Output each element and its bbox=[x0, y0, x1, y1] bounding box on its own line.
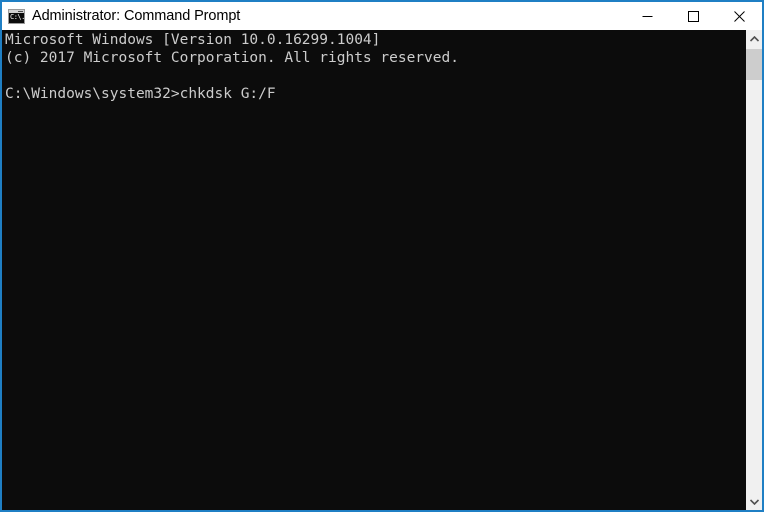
console-output-area[interactable]: Microsoft Windows [Version 10.0.16299.10… bbox=[2, 30, 746, 510]
minimize-icon bbox=[642, 15, 652, 17]
chevron-up-icon bbox=[749, 35, 759, 42]
command-prompt-window: C:\. Administrator: Command Prompt Micro… bbox=[0, 0, 764, 512]
console-text: Microsoft Windows [Version 10.0.16299.10… bbox=[5, 32, 459, 102]
window-title: Administrator: Command Prompt bbox=[32, 8, 241, 24]
scroll-up-button[interactable] bbox=[746, 30, 762, 47]
scroll-down-button[interactable] bbox=[746, 493, 762, 510]
minimize-button[interactable] bbox=[624, 2, 670, 30]
scrollbar-thumb[interactable] bbox=[746, 49, 762, 80]
chevron-down-icon bbox=[749, 498, 759, 505]
window-controls bbox=[624, 2, 762, 30]
close-button[interactable] bbox=[716, 2, 762, 30]
console-icon-glyph: C:\. bbox=[10, 12, 25, 21]
console-icon: C:\. bbox=[8, 8, 25, 24]
maximize-icon bbox=[687, 10, 699, 22]
close-icon bbox=[733, 10, 745, 22]
title-bar[interactable]: C:\. Administrator: Command Prompt bbox=[2, 2, 762, 30]
console-scrollbar[interactable] bbox=[746, 30, 762, 510]
maximize-button[interactable] bbox=[670, 2, 716, 30]
